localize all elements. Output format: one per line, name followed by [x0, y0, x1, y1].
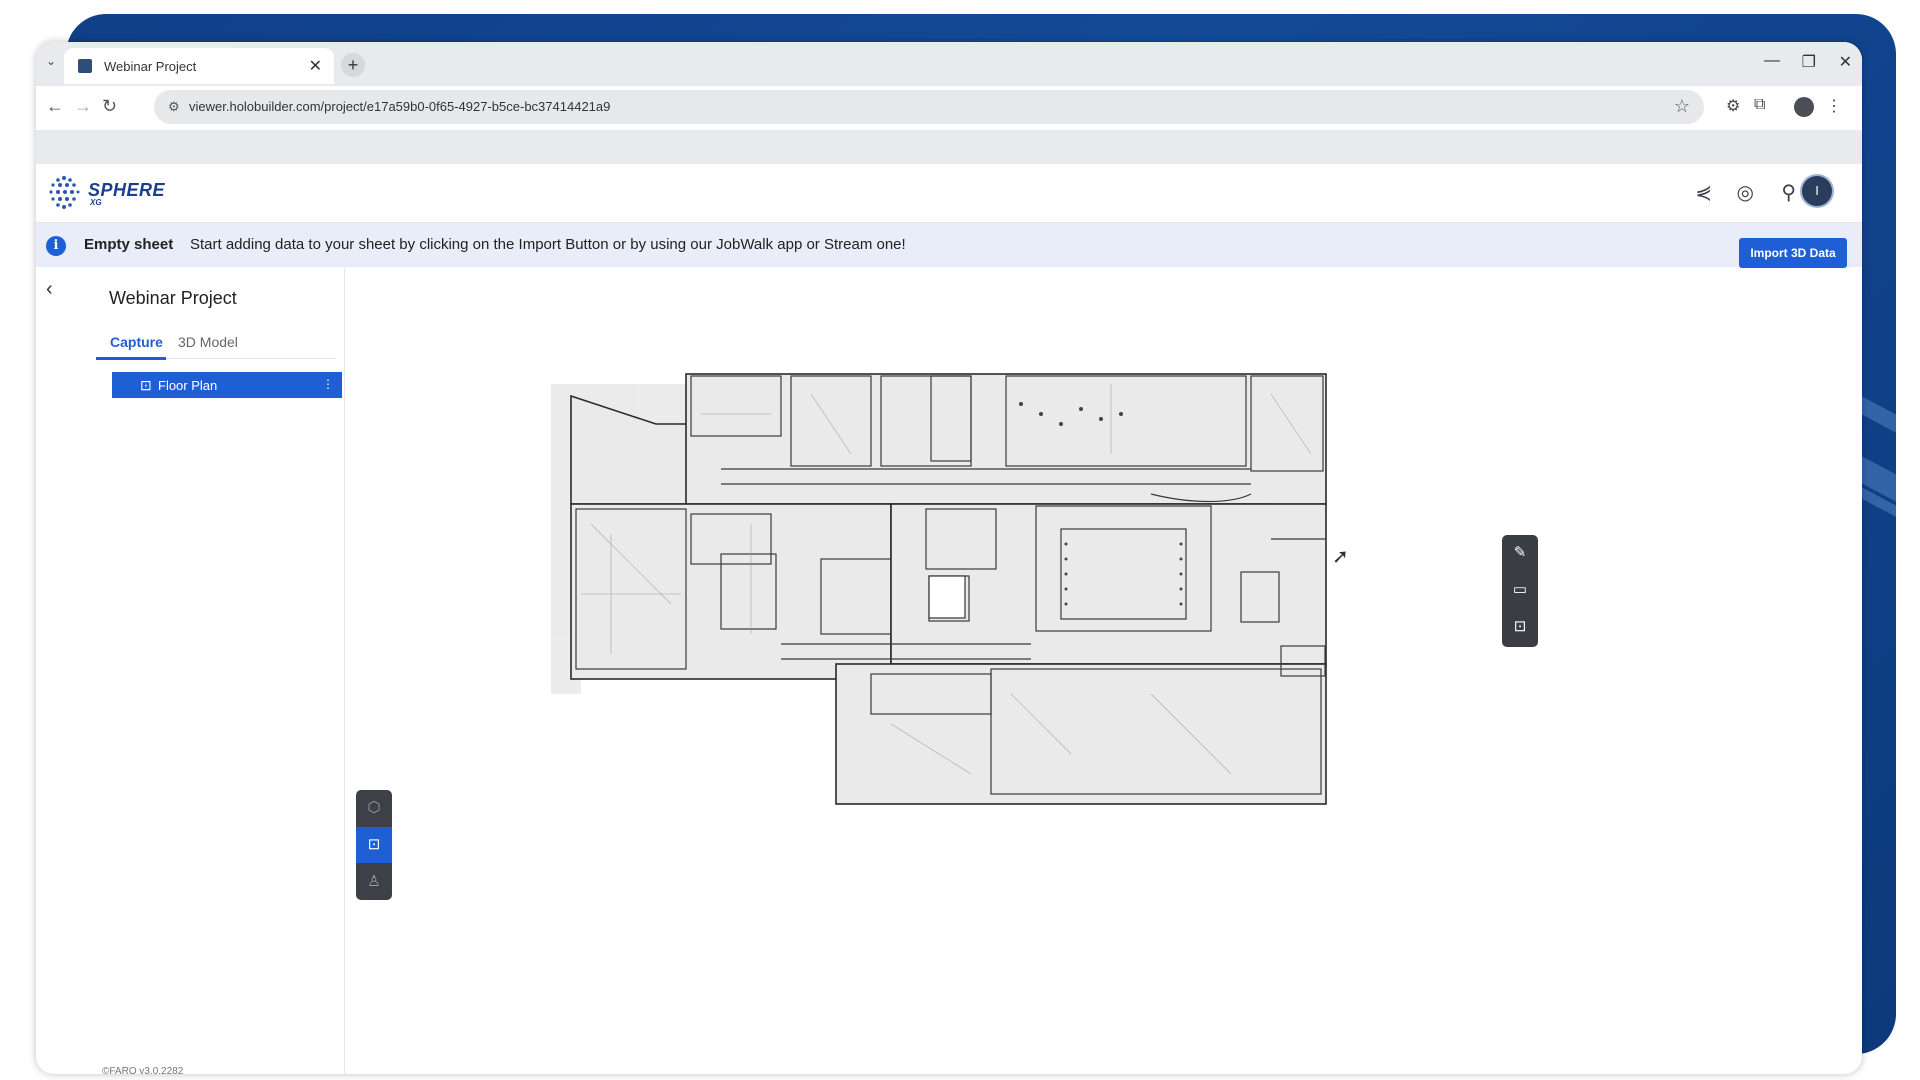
new-tab-button[interactable]: +	[341, 53, 365, 77]
more-options-icon[interactable]: ⋮	[322, 377, 334, 391]
browser-tab[interactable]: Webinar Project ✕	[64, 48, 334, 84]
3d-view-icon[interactable]: ⬡	[356, 790, 392, 826]
collapse-sidebar-icon[interactable]: ‹	[46, 278, 53, 301]
bookmark-star-icon[interactable]: ☆	[1674, 96, 1690, 117]
tab-capture[interactable]: Capture	[110, 334, 163, 350]
share-icon[interactable]: ⋞	[1695, 180, 1712, 205]
import-3d-data-button[interactable]: Import 3D Data	[1739, 238, 1847, 268]
comment-icon[interactable]: ▭	[1510, 580, 1530, 600]
forward-icon[interactable]: →	[74, 96, 92, 117]
mouse-cursor-icon: ➚	[1332, 546, 1349, 568]
close-window-icon[interactable]: ✕	[1839, 52, 1852, 72]
extension-icon[interactable]: ⚙	[1726, 96, 1740, 116]
back-icon[interactable]: ←	[46, 96, 64, 117]
walk-icon[interactable]: ♙	[356, 864, 392, 900]
reload-icon[interactable]: ↻	[102, 96, 117, 117]
annotation-toolbar: ✎ ▭ ⊡	[1502, 535, 1538, 647]
site-info-icon[interactable]: ⚙	[168, 99, 180, 115]
pencil-icon[interactable]: ✎	[1510, 543, 1530, 563]
floor-plan-icon: ⊡	[140, 377, 152, 393]
sphere-logo-icon	[49, 176, 80, 209]
empty-sheet-banner: i Empty sheet Start adding data to your …	[36, 223, 1862, 267]
user-manage-icon[interactable]: ⚲	[1781, 180, 1796, 205]
info-icon: i	[46, 236, 66, 256]
active-tab-indicator	[96, 357, 166, 360]
browser-window: ⌄ Webinar Project ✕ + — ❐ ✕ ← → ↻ ⚙ view…	[36, 42, 1862, 1074]
view-mode-toolbar: ⬡ ⊡ ♙	[356, 790, 392, 900]
address-bar[interactable]: ⚙ viewer.holobuilder.com/project/e17a59b…	[154, 90, 1704, 124]
favicon-icon	[78, 59, 92, 73]
minimize-icon[interactable]: —	[1764, 52, 1780, 70]
profile-icon[interactable]	[1794, 97, 1814, 117]
floor-plan-icon[interactable]: ⊡	[356, 827, 392, 863]
browser-chrome: ⌄ Webinar Project ✕ + — ❐ ✕ ← → ↻ ⚙ view…	[36, 42, 1862, 164]
logo-subtext: XG	[90, 198, 102, 207]
url-text: viewer.holobuilder.com/project/e17a59b0-…	[189, 99, 611, 114]
banner-message: Start adding data to your sheet by click…	[190, 236, 906, 253]
app-header: SPHERE XG ⋞ ◎ ⚲ I	[36, 164, 1862, 223]
tab-title: Webinar Project	[104, 59, 197, 74]
restore-icon[interactable]: ❐	[1802, 52, 1816, 72]
close-tab-icon[interactable]: ✕	[309, 56, 322, 76]
extensions-puzzle-icon[interactable]: ⧉	[1754, 96, 1765, 114]
project-sidebar: ‹ Webinar Project Capture 3D Model ⊡ Flo…	[36, 268, 345, 1074]
avatar[interactable]: I	[1800, 174, 1834, 208]
floor-plan-image[interactable]	[551, 354, 1331, 810]
navigation-bar: ← → ↻ ⚙ viewer.holobuilder.com/project/e…	[36, 86, 1862, 130]
sidebar-tabs: Capture 3D Model	[96, 326, 336, 360]
tab-search-icon[interactable]: ⌄	[46, 54, 56, 68]
version-text: ©FARO v3.0.2282	[102, 1066, 184, 1074]
banner-title: Empty sheet	[84, 236, 174, 253]
project-title: Webinar Project	[109, 288, 237, 308]
tab-strip: ⌄ Webinar Project ✕ + — ❐ ✕	[36, 42, 1862, 86]
notifications-icon[interactable]: ◎	[1737, 180, 1754, 205]
sidebar-item-floor-plan[interactable]: ⊡ Floor Plan ⋮	[112, 372, 342, 398]
browser-menu-icon[interactable]: ⋮	[1826, 96, 1842, 116]
floor-plan-info-icon[interactable]: ⊡	[1510, 617, 1530, 637]
tab-3d-model[interactable]: 3D Model	[178, 334, 238, 350]
sidebar-item-label: Floor Plan	[158, 378, 218, 393]
